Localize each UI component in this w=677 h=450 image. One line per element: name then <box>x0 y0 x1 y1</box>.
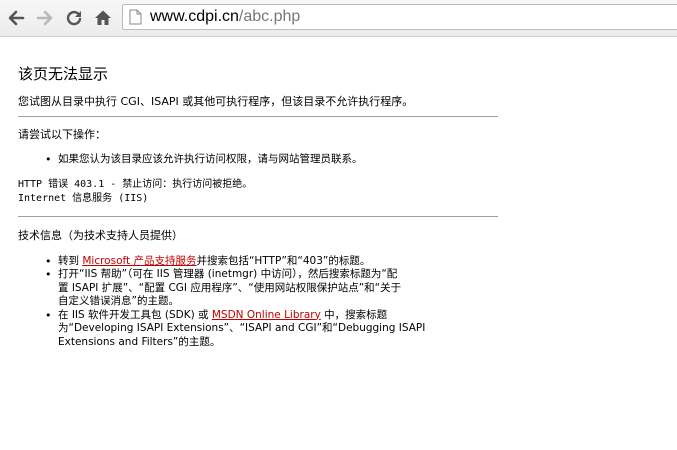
item-text: 自定义错误消息”的主题。 <box>58 295 179 307</box>
page-icon <box>129 9 142 29</box>
page-title: 该页无法显示 <box>18 65 109 83</box>
error-page: 该页无法显示 您试图从目录中执行 CGI、ISAPI 或其他可执行程序，但该目录… <box>18 64 498 349</box>
forward-icon[interactable] <box>33 6 57 30</box>
url-host: www.cdpi.cn <box>150 8 239 25</box>
item-text: 打开“IIS 帮助”（可在 IIS 管理器 (inetmgr) 中访问），然后搜… <box>58 268 398 280</box>
intro-text: 您试图从目录中执行 CGI、ISAPI 或其他可执行程序，但该目录不允许执行程序… <box>18 95 414 108</box>
try-list: 如果您认为该目录应该允许执行访问权限，请与网站管理员联系。 <box>18 153 498 167</box>
tech-list: 转到 Microsoft 产品支持服务并搜索包括“HTTP”和“403”的标题。… <box>18 255 498 350</box>
tech-heading: 技术信息（为技术支持人员提供） <box>18 228 183 242</box>
item-text: 并搜索包括“HTTP”和“403”的标题。 <box>196 254 371 267</box>
url-path: /abc.php <box>238 8 301 25</box>
error-code-line: HTTP 错误 403.1 - 禁止访问：执行访问被拒绝。 <box>18 178 253 190</box>
try-heading: 请尝试以下操作： <box>18 128 106 141</box>
browser-toolbar: www.cdpi.cn/abc.php <box>0 0 677 37</box>
item-text: Extensions and Filters”的主题。 <box>58 335 221 348</box>
item-text: 中，搜索标题 <box>320 308 388 321</box>
back-icon[interactable] <box>4 6 28 30</box>
list-item: 如果您认为该目录应该允许执行访问权限，请与网站管理员联系。 <box>18 153 498 167</box>
item-text: 转到 <box>58 254 83 267</box>
reload-icon[interactable] <box>62 6 86 30</box>
server-line: Internet 信息服务 (IIS) <box>18 192 149 204</box>
item-text: 为“Developing ISAPI Extensions”、“ISAPI an… <box>58 322 426 334</box>
item-text: 在 IIS 软件开发工具包 (SDK) 或 <box>58 308 212 321</box>
address-bar[interactable]: www.cdpi.cn/abc.php <box>122 4 677 30</box>
list-item: 打开“IIS 帮助”（可在 IIS 管理器 (inetmgr) 中访问），然后搜… <box>18 268 498 309</box>
list-item: 在 IIS 软件开发工具包 (SDK) 或 MSDN Online Librar… <box>18 309 498 350</box>
list-item: 转到 Microsoft 产品支持服务并搜索包括“HTTP”和“403”的标题。 <box>18 255 498 269</box>
msdn-library-link[interactable]: MSDN Online Library <box>212 309 321 321</box>
home-icon[interactable] <box>91 6 115 30</box>
ms-support-link[interactable]: Microsoft 产品支持服务 <box>82 255 196 267</box>
item-text: 置 ISAPI 扩展”、“配置 CGI 应用程序”、“使用网站权限保护站点”和“… <box>58 281 402 294</box>
url-text[interactable]: www.cdpi.cn/abc.php <box>150 8 300 26</box>
